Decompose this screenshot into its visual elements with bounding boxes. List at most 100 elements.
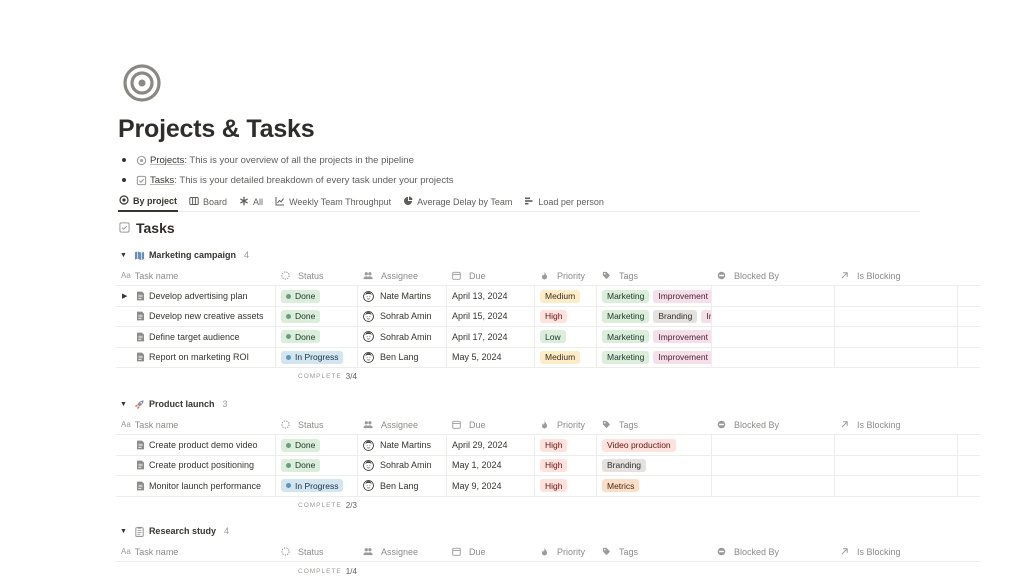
tab-board[interactable]: Board: [188, 192, 228, 211]
tags-cell[interactable]: Marketing Improvement: [597, 286, 712, 306]
blocked-by-cell[interactable]: [712, 286, 835, 306]
tags-cell[interactable]: MarketingBrandingIm: [597, 306, 712, 327]
column-header-status[interactable]: Status: [276, 542, 358, 561]
is-blocking-cell[interactable]: [835, 286, 958, 306]
is-blocking-cell[interactable]: [835, 455, 958, 476]
tag-pill[interactable]: Branding: [602, 458, 647, 472]
column-header-assignee[interactable]: Assignee: [358, 415, 447, 434]
priority-cell[interactable]: High: [535, 476, 597, 496]
is-blocking-cell[interactable]: [835, 327, 958, 347]
tags-cell[interactable]: Branding: [597, 455, 712, 476]
task-name-cell[interactable]: ▶ Develop advertising plan: [116, 286, 276, 306]
status-cell[interactable]: In Progress: [276, 476, 358, 496]
task-name-cell[interactable]: Define target audience: [116, 327, 276, 347]
collapse-toggle-icon[interactable]: ▼: [120, 401, 127, 408]
tag-pill[interactable]: Marketing: [602, 309, 650, 323]
column-header-blocked-by[interactable]: Blocked By: [712, 415, 835, 434]
task-name[interactable]: Develop advertising plan: [149, 291, 248, 301]
due-cell[interactable]: May 9, 2024: [447, 476, 535, 496]
tag-pill[interactable]: Marketing: [602, 289, 650, 303]
column-header-priority[interactable]: Priority: [535, 266, 597, 285]
tags-cell[interactable]: Video production: [597, 435, 712, 455]
column-header-tags[interactable]: Tags: [597, 266, 712, 285]
task-name-cell[interactable]: Develop new creative assets: [116, 306, 276, 327]
status-cell[interactable]: Done: [276, 286, 358, 306]
assignee-cell[interactable]: Sohrab Amin: [358, 455, 447, 476]
tab-load-per-person[interactable]: Load per person: [523, 192, 605, 211]
blocked-by-cell[interactable]: [712, 327, 835, 347]
task-name[interactable]: Report on marketing ROI: [149, 352, 249, 362]
task-name[interactable]: Monitor launch performance: [149, 481, 261, 491]
is-blocking-cell[interactable]: [835, 306, 958, 327]
due-cell[interactable]: April 15, 2024: [447, 306, 535, 327]
column-header-due[interactable]: Due: [447, 415, 535, 434]
assignee-cell[interactable]: Nate Martins: [358, 286, 447, 306]
priority-cell[interactable]: High: [535, 435, 597, 455]
expand-toggle-icon[interactable]: ▶: [122, 292, 134, 300]
column-header-tags[interactable]: Tags: [597, 415, 712, 434]
collapse-toggle-icon[interactable]: ▼: [120, 528, 127, 535]
tag-pill[interactable]: Marketing: [602, 330, 650, 344]
due-cell[interactable]: April 17, 2024: [447, 327, 535, 347]
tab-by-project[interactable]: By project: [118, 192, 179, 212]
column-header-assignee[interactable]: Assignee: [358, 266, 447, 285]
tag-pill[interactable]: Marketing: [602, 350, 650, 364]
tab-average-delay-by-team[interactable]: Average Delay by Team: [402, 192, 513, 211]
blocked-by-cell[interactable]: [712, 455, 835, 476]
tags-cell[interactable]: Marketing Improvement: [597, 347, 712, 367]
task-name[interactable]: Define target audience: [149, 332, 240, 342]
priority-cell[interactable]: High: [535, 455, 597, 476]
column-header-due[interactable]: Due: [447, 542, 535, 561]
task-name[interactable]: Create product demo video: [149, 440, 258, 450]
assignee-cell[interactable]: Sohrab Amin: [358, 327, 447, 347]
due-cell[interactable]: April 13, 2024: [447, 286, 535, 306]
status-cell[interactable]: Done: [276, 435, 358, 455]
column-header-due[interactable]: Due: [447, 266, 535, 285]
priority-cell[interactable]: Low: [535, 327, 597, 347]
is-blocking-cell[interactable]: [835, 435, 958, 455]
column-header-name[interactable]: Aa Task name: [116, 415, 276, 434]
status-cell[interactable]: Done: [276, 327, 358, 347]
column-header-is-blocking[interactable]: Is Blocking: [835, 542, 958, 561]
task-name[interactable]: Develop new creative assets: [149, 311, 264, 321]
tag-pill[interactable]: Im: [701, 309, 711, 323]
group-header[interactable]: ▼ Research study 4: [116, 523, 980, 539]
collapse-toggle-icon[interactable]: ▼: [120, 252, 127, 259]
projects-link[interactable]: Projects: [150, 155, 184, 166]
priority-cell[interactable]: Medium: [535, 347, 597, 367]
column-header-tags[interactable]: Tags: [597, 542, 712, 561]
status-cell[interactable]: Done: [276, 306, 358, 327]
task-name-cell[interactable]: Create product positioning: [116, 455, 276, 476]
task-name-cell[interactable]: Report on marketing ROI: [116, 347, 276, 367]
tags-cell[interactable]: Marketing Improvement: [597, 327, 712, 347]
table-row[interactable]: Monitor launch performance In Progress Ben…: [116, 476, 980, 497]
tag-pill[interactable]: Metrics: [602, 479, 640, 493]
priority-cell[interactable]: Medium: [535, 286, 597, 306]
tag-pill[interactable]: Improvement: [653, 350, 711, 364]
tab-all[interactable]: All: [238, 192, 264, 211]
blocked-by-cell[interactable]: [712, 306, 835, 327]
group-header[interactable]: ▼ Marketing campaign 4: [116, 247, 980, 263]
column-header-priority[interactable]: Priority: [535, 542, 597, 561]
column-header-name[interactable]: Aa Task name: [116, 266, 276, 285]
database-title[interactable]: Tasks: [119, 220, 175, 236]
column-header-is-blocking[interactable]: Is Blocking: [835, 266, 958, 285]
blocked-by-cell[interactable]: [712, 476, 835, 496]
table-row[interactable]: Define target audience Done Sohrab Amin Apr…: [116, 327, 980, 348]
table-row[interactable]: Develop new creative assets Done Sohrab Am…: [116, 306, 980, 328]
blocked-by-cell[interactable]: [712, 435, 835, 455]
column-header-blocked-by[interactable]: Blocked By: [712, 542, 835, 561]
due-cell[interactable]: May 5, 2024: [447, 347, 535, 367]
task-name-cell[interactable]: Monitor launch performance: [116, 476, 276, 496]
column-header-blocked-by[interactable]: Blocked By: [712, 266, 835, 285]
column-header-is-blocking[interactable]: Is Blocking: [835, 415, 958, 434]
table-row[interactable]: Report on marketing ROI In Progress Ben La…: [116, 347, 980, 368]
column-header-name[interactable]: Aa Task name: [116, 542, 276, 561]
tags-cell[interactable]: Metrics: [597, 476, 712, 496]
task-name-cell[interactable]: Create product demo video: [116, 435, 276, 455]
tab-weekly-team-throughput[interactable]: Weekly Team Throughput: [274, 192, 392, 211]
tag-pill[interactable]: Branding: [653, 309, 698, 323]
column-header-priority[interactable]: Priority: [535, 415, 597, 434]
tag-pill[interactable]: Improvement: [653, 289, 711, 303]
task-name[interactable]: Create product positioning: [149, 460, 254, 470]
